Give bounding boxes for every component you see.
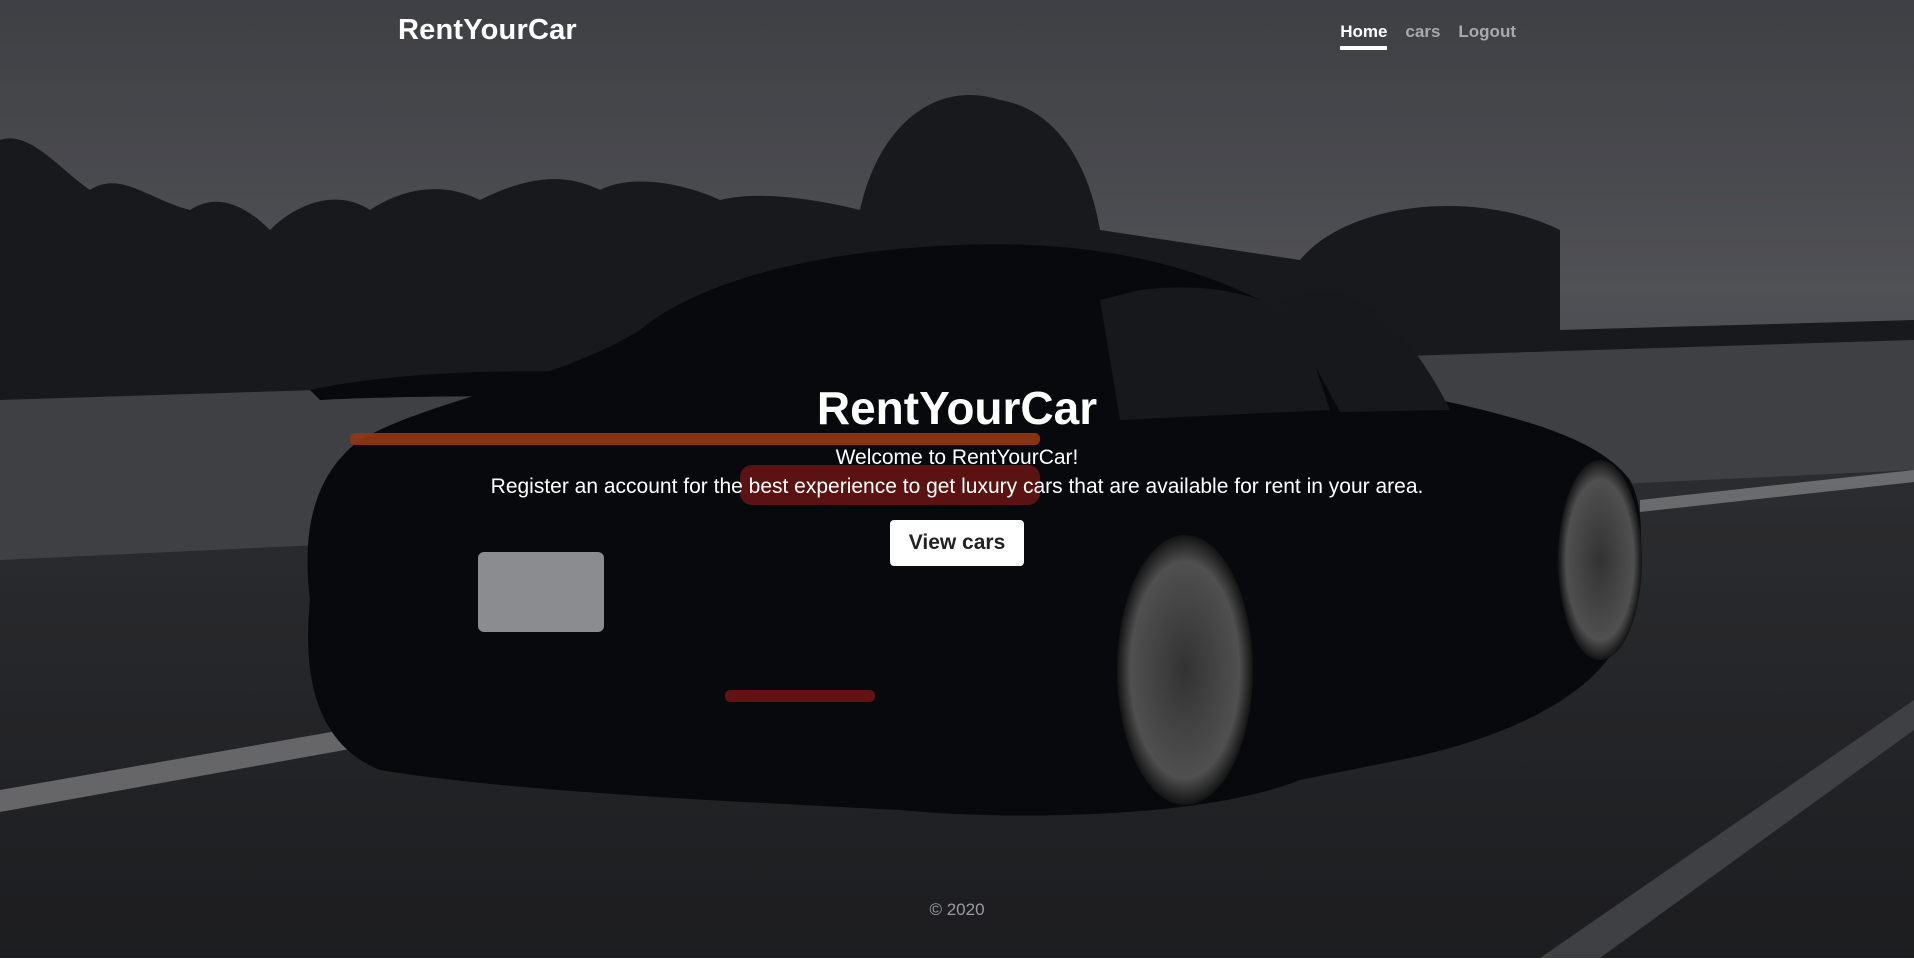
cover-content: RentYourCar Welcome to RentYourCar! Regi… bbox=[0, 382, 1914, 566]
nav-logout-link[interactable]: Logout bbox=[1458, 22, 1516, 50]
welcome-text: Welcome to RentYourCar! bbox=[835, 446, 1079, 469]
brand-logo[interactable]: RentYourCar bbox=[398, 14, 577, 47]
nav-home-link[interactable]: Home bbox=[1340, 22, 1388, 50]
main-nav: Home cars Logout bbox=[1340, 22, 1516, 50]
nav-cars-link[interactable]: cars bbox=[1405, 22, 1440, 50]
register-text: Register an account for the best experie… bbox=[490, 475, 1424, 498]
footer-copyright: © 2020 bbox=[929, 900, 985, 919]
hero-section: RentYourCar Home cars Logout RentYourCar… bbox=[0, 0, 1914, 958]
masthead: RentYourCar Home cars Logout bbox=[398, 14, 1516, 58]
view-cars-button[interactable]: View cars bbox=[889, 520, 1025, 566]
cover-heading: RentYourCar bbox=[816, 382, 1098, 434]
